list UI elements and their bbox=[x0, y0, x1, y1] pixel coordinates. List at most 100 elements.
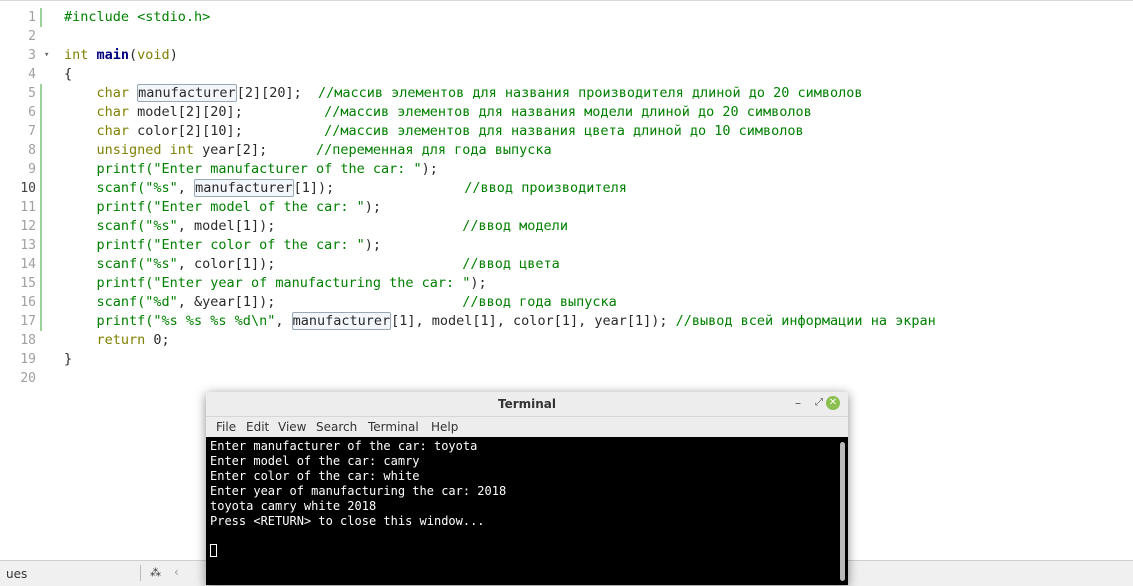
line-number: 14 bbox=[20, 257, 36, 272]
minimize-icon[interactable]: – bbox=[795, 394, 801, 412]
menu-file[interactable]: File bbox=[216, 419, 236, 435]
code-line: char color[2][10]; //массив элементов дл… bbox=[64, 122, 804, 141]
code-token: ); bbox=[364, 199, 381, 215]
code-line: char manufacturer[2][20]; //массив элеме… bbox=[64, 84, 863, 103]
code-token: char bbox=[64, 104, 138, 120]
code-token: //массив элементов для названия цвета дл… bbox=[324, 123, 804, 139]
terminal-line: Press <RETURN> to close this window... bbox=[210, 514, 485, 528]
terminal-line: Enter year of manufacturing the car: 201… bbox=[210, 484, 507, 498]
code-token: "%s" bbox=[145, 180, 178, 196]
line-number: 18 bbox=[20, 333, 36, 348]
previous-arrow-icon[interactable]: ‹ bbox=[174, 565, 179, 579]
code-token: scanf( bbox=[64, 218, 146, 234]
code-line: printf("%s %s %s %d\n", manufacturer[1],… bbox=[64, 312, 936, 331]
code-line: #include <stdio.h> bbox=[64, 8, 210, 27]
change-marker bbox=[40, 217, 42, 236]
code-line: printf("Enter model of the car: "); bbox=[64, 198, 382, 217]
change-marker bbox=[40, 103, 42, 122]
line-number: 16 bbox=[20, 295, 36, 310]
line-number: 6 bbox=[28, 105, 36, 120]
code-token: printf( bbox=[64, 199, 154, 215]
code-token: //переменная для года выпуска bbox=[315, 142, 552, 158]
change-marker bbox=[40, 179, 42, 198]
code-token: //ввод года выпуска bbox=[462, 294, 617, 310]
code-token: , &year[1]); bbox=[177, 294, 463, 310]
code-token: void bbox=[137, 47, 170, 63]
terminal-titlebar[interactable]: Terminal – ⤢ ✕ bbox=[206, 392, 848, 417]
menu-search[interactable]: Search bbox=[316, 419, 357, 435]
code-token: main bbox=[96, 47, 130, 63]
code-line: scanf("%s", manufacturer[1]); //ввод про… bbox=[64, 179, 627, 198]
change-marker bbox=[40, 255, 42, 274]
code-token: color[2][10]; bbox=[137, 123, 325, 139]
line-number: 5 bbox=[28, 86, 36, 101]
code-token: "%s" bbox=[145, 218, 178, 234]
code-line: scanf("%s", color[1]); //ввод цвета bbox=[64, 255, 560, 274]
line-number: 3 bbox=[28, 48, 36, 63]
code-token: //массив элементов для названия модели д… bbox=[324, 104, 812, 120]
line-number: 13 bbox=[20, 238, 36, 253]
code-token: year[2]; bbox=[202, 142, 316, 158]
code-token: [1], model[1], color[1], year[1]); bbox=[391, 313, 676, 329]
code-token: 0; bbox=[153, 332, 170, 348]
code-token: ( bbox=[129, 47, 138, 63]
code-token: //массив элементов для названия производ… bbox=[317, 85, 863, 101]
change-marker bbox=[40, 293, 42, 312]
code-token: "%d" bbox=[145, 294, 178, 310]
filter-icon[interactable]: ⁂ bbox=[150, 566, 161, 579]
terminal-output[interactable]: Enter manufacturer of the car: toyota En… bbox=[206, 438, 848, 585]
terminal-line: Enter model of the car: camry bbox=[210, 454, 420, 468]
code-token: model[2][20]; bbox=[137, 104, 325, 120]
line-number: 12 bbox=[20, 219, 36, 234]
issues-tab[interactable]: ues bbox=[6, 567, 27, 581]
line-number: 11 bbox=[20, 200, 36, 215]
code-token: "%s %s %s %d\n" bbox=[153, 313, 276, 329]
line-number: 10 bbox=[20, 181, 36, 196]
menu-terminal[interactable]: Terminal bbox=[368, 419, 419, 435]
terminal-line: Enter color of the car: white bbox=[210, 469, 420, 483]
terminal-scrollbar[interactable] bbox=[840, 442, 845, 581]
code-token: printf( bbox=[64, 237, 154, 253]
code-token: "%s" bbox=[145, 256, 178, 272]
code-line: printf("Enter manufacturer of the car: "… bbox=[64, 160, 438, 179]
code-token: } bbox=[64, 351, 73, 367]
code-token: ) bbox=[169, 47, 178, 63]
line-number: 17 bbox=[20, 314, 36, 329]
change-marker bbox=[40, 160, 42, 179]
code-token: , bbox=[275, 313, 292, 329]
code-line: scanf("%d", &year[1]); //ввод года выпус… bbox=[64, 293, 617, 312]
change-marker bbox=[40, 198, 42, 217]
code-token: unsigned int bbox=[64, 142, 203, 158]
code-token: #include <stdio.h> bbox=[64, 9, 211, 25]
code-token: scanf( bbox=[64, 180, 146, 196]
change-marker bbox=[40, 312, 42, 331]
terminal-window[interactable]: Terminal – ⤢ ✕ File Edit View Search Ter… bbox=[206, 392, 848, 585]
line-number: 8 bbox=[28, 143, 36, 158]
code-token: ); bbox=[470, 275, 487, 291]
close-icon[interactable]: ✕ bbox=[826, 396, 840, 410]
code-line: { bbox=[64, 65, 72, 84]
status-separator bbox=[140, 565, 141, 581]
code-line: char model[2][20]; //массив элементов дл… bbox=[64, 103, 812, 122]
menu-help[interactable]: Help bbox=[431, 419, 458, 435]
status-bar-right bbox=[845, 561, 1133, 586]
maximize-icon[interactable]: ⤢ bbox=[815, 394, 823, 412]
change-marker bbox=[40, 122, 42, 141]
code-token: printf( bbox=[64, 275, 154, 291]
code-token: [2][20]; bbox=[236, 85, 318, 101]
fold-arrow-icon[interactable]: ▾ bbox=[44, 46, 49, 65]
code-token: char bbox=[64, 123, 138, 139]
menu-view[interactable]: View bbox=[278, 419, 306, 435]
code-token: "Enter model of the car: " bbox=[153, 199, 365, 215]
code-token: scanf( bbox=[64, 294, 146, 310]
code-token: "Enter color of the car: " bbox=[153, 237, 365, 253]
code-token: printf( bbox=[64, 313, 154, 329]
code-token: //ввод цвета bbox=[462, 256, 560, 272]
code-token: scanf( bbox=[64, 256, 146, 272]
code-line: unsigned int year[2]; //переменная для г… bbox=[64, 141, 552, 160]
code-token: //ввод производителя bbox=[464, 180, 627, 196]
menu-edit[interactable]: Edit bbox=[246, 419, 269, 435]
line-number: 1 bbox=[28, 10, 36, 25]
code-line: int main(void) bbox=[64, 46, 178, 65]
code-token: , bbox=[177, 180, 195, 196]
